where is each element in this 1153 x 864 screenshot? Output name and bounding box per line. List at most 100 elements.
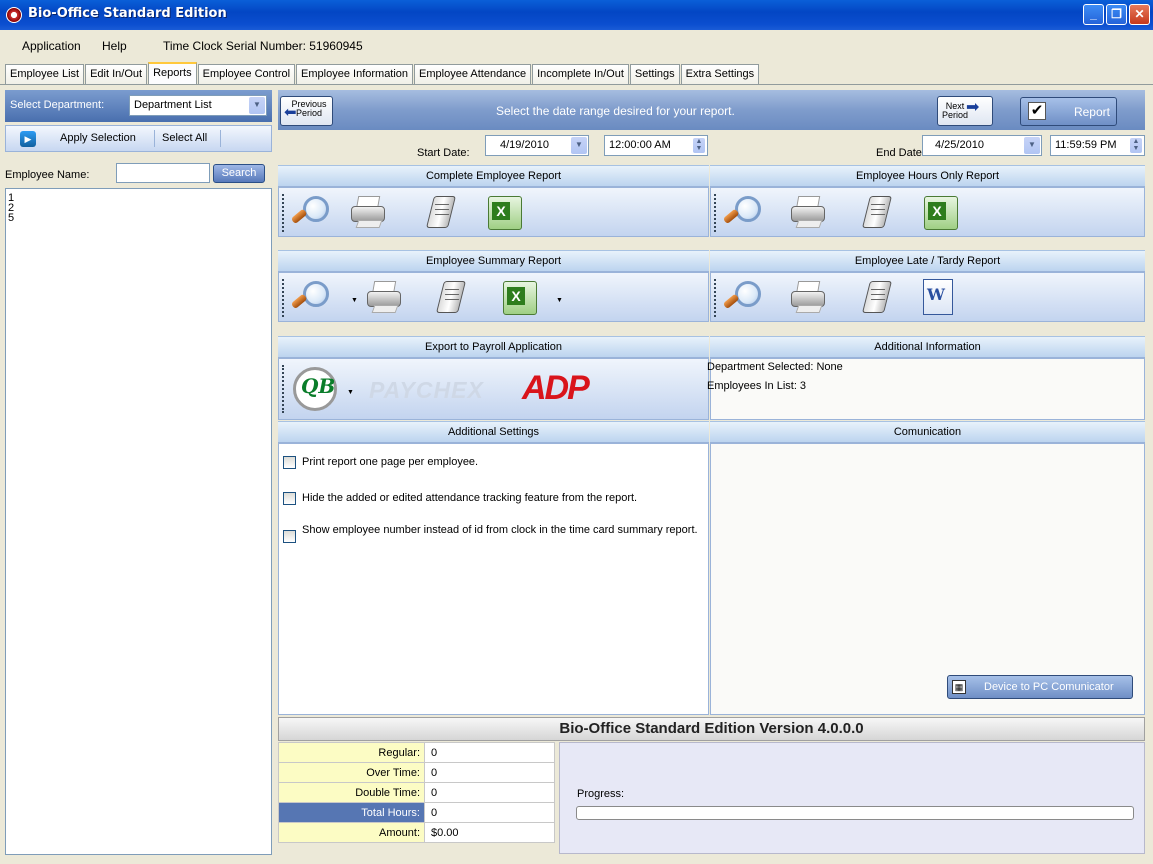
next-period-label: Next Period: [942, 101, 969, 120]
end-date-picker[interactable]: 4/25/2010 ▼: [922, 135, 1042, 156]
end-time-picker[interactable]: 11:59:59 PM ▲ ▼: [1050, 135, 1145, 156]
adp-logo[interactable]: ADP: [522, 369, 590, 408]
end-date-label: End Date:: [876, 147, 925, 159]
table-row: Amount: $0.00: [278, 822, 555, 843]
device-to-pc-communicator-button[interactable]: ▦ Device to PC Comunicator: [947, 675, 1133, 699]
quickbooks-logo-text: QB: [301, 374, 336, 398]
start-date-value: 4/19/2010: [500, 139, 549, 151]
employee-list[interactable]: 1 2 5: [5, 188, 272, 855]
tab-incomplete-in-out[interactable]: Incomplete In/Out: [532, 64, 629, 85]
date-range-row: Start Date: 4/19/2010 ▼ 12:00:00 AM ▲ ▼ E…: [278, 132, 1145, 162]
dropdown-arrow-icon[interactable]: ▼: [556, 297, 563, 304]
spinner-icon[interactable]: ▲ ▼: [1130, 138, 1142, 153]
employee-name-input[interactable]: [116, 163, 210, 183]
document-icon[interactable]: [858, 194, 896, 232]
select-department-label: Select Department:: [10, 99, 105, 111]
close-button[interactable]: ✕: [1129, 4, 1150, 25]
next-period-button[interactable]: Next Period ➡: [937, 96, 993, 126]
tab-edit-in-out[interactable]: Edit In/Out: [85, 64, 148, 85]
document-icon[interactable]: [432, 279, 470, 317]
left-panel: Select Department: Department List ▼ ▶ A…: [5, 90, 272, 855]
apply-toolbar: ▶ Apply Selection Select All: [5, 125, 272, 152]
tab-employee-control[interactable]: Employee Control: [197, 64, 296, 85]
report-button[interactable]: ✔ Report: [1020, 97, 1117, 126]
word-icon[interactable]: W: [919, 279, 957, 317]
setting-label-hide-tracking: Hide the added or edited attendance trac…: [302, 492, 638, 504]
previous-period-button[interactable]: Previous Period ⬅: [280, 96, 333, 126]
device-to-pc-communicator-label: Device to PC Comunicator: [984, 681, 1114, 693]
printer-icon[interactable]: [365, 279, 403, 317]
start-time-picker[interactable]: 12:00:00 AM ▲ ▼: [604, 135, 708, 156]
tab-employee-attendance[interactable]: Employee Attendance: [414, 64, 532, 85]
tab-divider: [0, 84, 1153, 85]
setting-checkbox-show-employee-number[interactable]: [283, 530, 296, 543]
totals-value: 0: [424, 802, 555, 823]
totals-label: Total Hours:: [278, 802, 425, 823]
version-header: Bio-Office Standard Edition Version 4.0.…: [278, 717, 1145, 741]
dropdown-arrow-icon[interactable]: ▼: [347, 389, 354, 396]
progress-label: Progress:: [577, 788, 625, 800]
printer-icon[interactable]: [349, 194, 387, 232]
document-icon[interactable]: [858, 279, 896, 317]
minimize-button[interactable]: _: [1083, 4, 1104, 25]
communication-header: Comunication: [710, 421, 1145, 443]
start-date-picker[interactable]: 4/19/2010 ▼: [485, 135, 589, 156]
toolbar-grip: [714, 194, 716, 232]
chevron-down-icon[interactable]: ▼: [249, 97, 265, 114]
magnifier-icon[interactable]: [290, 279, 331, 317]
quickbooks-logo[interactable]: QB: [293, 367, 337, 411]
tab-employee-information[interactable]: Employee Information: [296, 64, 414, 85]
paychex-logo[interactable]: PAYCHEX: [369, 377, 484, 404]
apply-selection-button[interactable]: Apply Selection: [60, 132, 136, 144]
select-all-button[interactable]: Select All: [162, 132, 207, 144]
dropdown-arrow-icon[interactable]: ▼: [351, 297, 358, 304]
list-item[interactable]: 1: [8, 193, 271, 204]
department-select[interactable]: Department List ▼: [129, 95, 267, 116]
additional-info-panel: Department Selected: None Employees In L…: [707, 358, 1145, 420]
list-item[interactable]: 2: [8, 203, 271, 214]
excel-icon[interactable]: X: [922, 194, 960, 232]
toolbar-separator: [154, 130, 155, 147]
department-bar: Select Department: Department List ▼: [5, 90, 272, 122]
totals-table: Regular: 0 Over Time: 0 Double Time: 0 Tota…: [278, 742, 555, 843]
totals-value: $0.00: [424, 822, 555, 843]
additional-info-header: Additional Information: [710, 336, 1145, 358]
totals-label: Amount:: [278, 822, 425, 843]
report-button-label: Report: [1073, 105, 1110, 119]
window-title: Bio-Office Standard Edition: [28, 6, 227, 21]
late-report-header: Employee Late / Tardy Report: [710, 250, 1145, 272]
setting-checkbox-one-page[interactable]: [283, 456, 296, 469]
table-row: Total Hours: 0: [278, 802, 555, 823]
list-item[interactable]: 5: [8, 213, 271, 224]
printer-icon[interactable]: [789, 279, 827, 317]
printer-icon[interactable]: [789, 194, 827, 232]
setting-label-one-page: Print report one page per employee.: [302, 456, 479, 468]
excel-icon[interactable]: X: [501, 279, 539, 317]
toolbar-grip: [282, 194, 284, 232]
chevron-down-icon[interactable]: ▼: [1024, 137, 1040, 154]
chevron-down-icon[interactable]: ▼: [571, 137, 587, 154]
menu-help[interactable]: Help: [102, 39, 127, 53]
spinner-icon[interactable]: ▲ ▼: [693, 138, 705, 153]
magnifier-icon[interactable]: [290, 194, 331, 232]
excel-icon[interactable]: X: [486, 194, 524, 232]
app-icon[interactable]: [6, 7, 22, 23]
setting-checkbox-hide-tracking[interactable]: [283, 492, 296, 505]
totals-value: 0: [424, 742, 555, 763]
tab-reports[interactable]: Reports: [148, 62, 197, 85]
title-bar: Bio-Office Standard Edition _ ❐ ✕: [0, 0, 1153, 30]
additional-settings-panel: Print report one page per employee. Hide…: [278, 443, 709, 715]
restore-button[interactable]: ❐: [1106, 4, 1127, 25]
menu-application[interactable]: Application: [22, 39, 81, 53]
toolbar-grip: [714, 279, 716, 317]
tab-extra-settings[interactable]: Extra Settings: [680, 64, 760, 85]
tab-employee-list[interactable]: Employee List: [5, 64, 85, 85]
document-icon[interactable]: [422, 194, 460, 232]
search-button[interactable]: Search: [213, 164, 265, 183]
magnifier-icon[interactable]: [722, 194, 763, 232]
tab-settings[interactable]: Settings: [629, 64, 680, 85]
progress-panel: Progress:: [559, 742, 1145, 854]
magnifier-icon[interactable]: [722, 279, 763, 317]
checkmark-icon: ✔: [1028, 102, 1046, 120]
end-date-value: 4/25/2010: [935, 139, 984, 151]
